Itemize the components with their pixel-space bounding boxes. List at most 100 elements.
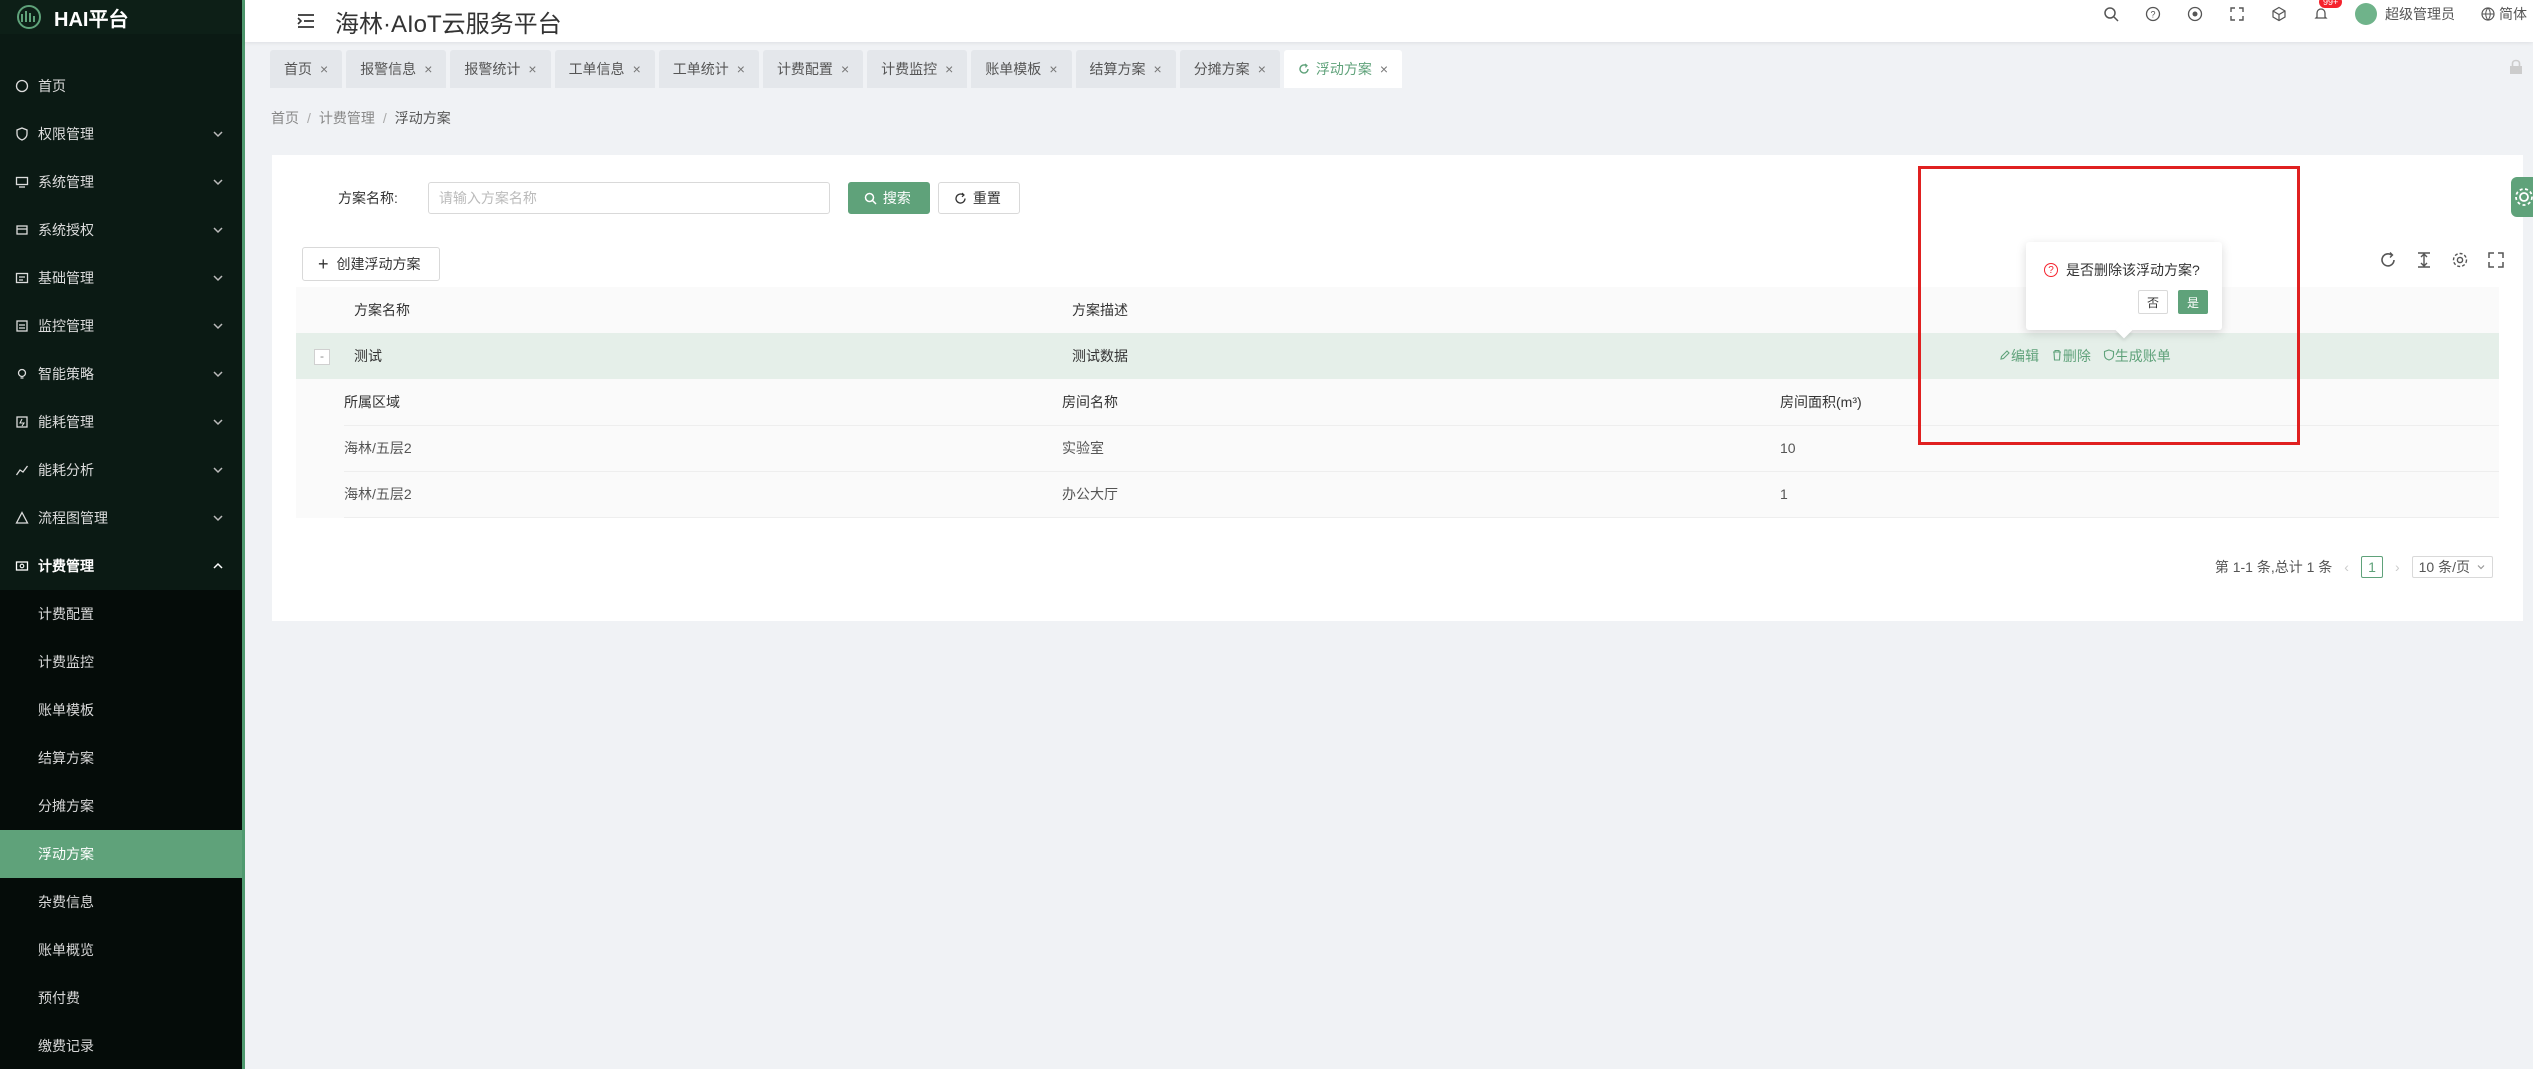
chevron-down-icon [213, 227, 223, 234]
menu-fold-icon[interactable] [295, 10, 317, 32]
sidebar-item-monitoring[interactable]: 监控管理 [0, 302, 242, 350]
svg-text:?: ? [2150, 10, 2155, 20]
sidebar-subitem-prepaid[interactable]: 预付费 [0, 974, 242, 1022]
sidebar-subitem-bill-template[interactable]: 账单模板 [0, 686, 242, 734]
bell-icon[interactable]: 99+ [2313, 0, 2343, 22]
sidebar: HAI平台 首页 权限管理 系统管理 系统授权 基础管理 监控管理 智能策略 能… [0, 0, 245, 1069]
search-button-label: 搜索 [882, 190, 911, 206]
close-icon[interactable]: × [633, 61, 641, 77]
tab-bill-template[interactable]: 账单模板 × [971, 50, 1072, 88]
sidebar-subitem-payment-records[interactable]: 缴费记录 [0, 1022, 242, 1069]
search-icon[interactable] [2103, 6, 2119, 22]
breadcrumb-parent[interactable]: 计费管理 [319, 110, 375, 126]
tab-billing-monitor[interactable]: 计费监控 × [867, 50, 968, 88]
tab-home[interactable]: 首页 × [270, 50, 343, 88]
create-button-label: 创建浮动方案 [336, 256, 421, 272]
sidebar-subitem-allocation[interactable]: 分摊方案 [0, 782, 242, 830]
tab-alarm-info[interactable]: 报警信息 × [346, 50, 447, 88]
density-icon[interactable] [2415, 251, 2433, 269]
collapse-row-button[interactable]: - [314, 349, 330, 365]
chevron-down-icon [213, 275, 223, 282]
sidebar-item-label: 能耗管理 [38, 414, 94, 430]
user-menu[interactable]: 超级管理员 [2355, 3, 2455, 25]
cube-icon[interactable] [2271, 6, 2287, 22]
sidebar-subitem-billing-config[interactable]: 计费配置 [0, 590, 242, 638]
language-label: 简体 [2499, 6, 2527, 22]
sidebar-subitem-floating[interactable]: 浮动方案 [0, 830, 242, 878]
sidebar-item-label: 权限管理 [38, 126, 94, 142]
sidebar-item-permissions[interactable]: 权限管理 [0, 110, 242, 158]
page-number[interactable]: 1 [2360, 556, 2383, 578]
sidebar-subitem-billing-monitor[interactable]: 计费监控 [0, 638, 242, 686]
search-button[interactable]: 搜索 [847, 182, 930, 214]
create-floating-scheme-button[interactable]: + 创建浮动方案 [302, 247, 440, 281]
bulb-icon [14, 366, 30, 382]
tab-work-order-info[interactable]: 工单信息 × [554, 50, 655, 88]
tab-billing-config[interactable]: 计费配置 × [762, 50, 864, 88]
reset-button-label: 重置 [972, 190, 1001, 206]
user-name: 超级管理员 [2385, 6, 2455, 22]
sidebar-subitem-misc-fees[interactable]: 杂费信息 [0, 878, 242, 926]
help-icon[interactable]: ? [2145, 6, 2161, 22]
floating-settings-button[interactable] [2511, 177, 2533, 217]
sidebar-subitem-bill-overview[interactable]: 账单概览 [0, 926, 242, 974]
sidebar-item-energy[interactable]: 能耗管理 [0, 398, 242, 446]
shield-icon [14, 126, 30, 142]
language-switch[interactable]: 简体 [2481, 4, 2527, 24]
next-page-icon[interactable]: › [2395, 559, 2400, 575]
sidebar-item-basic[interactable]: 基础管理 [0, 254, 242, 302]
close-icon[interactable]: × [841, 61, 849, 77]
sidebar-item-home[interactable]: 首页 [0, 62, 242, 110]
close-icon[interactable]: × [945, 61, 953, 77]
close-icon[interactable]: × [1049, 61, 1057, 77]
chevron-down-icon [213, 467, 223, 474]
tab-work-order-stats[interactable]: 工单统计 × [658, 50, 759, 88]
breadcrumb-home[interactable]: 首页 [271, 110, 299, 126]
fullscreen-icon[interactable] [2487, 251, 2505, 269]
chevron-down-icon [213, 323, 223, 330]
cell-room: 实验室 [1062, 425, 1780, 472]
tab-floating[interactable]: 浮动方案 × [1283, 50, 1403, 88]
close-icon[interactable]: × [320, 61, 328, 77]
logo[interactable]: HAI平台 [0, 0, 242, 34]
page-size-select[interactable]: 10 条/页 [2411, 556, 2493, 578]
column-header-name: 方案名称 [354, 287, 1072, 333]
tab-label: 报警信息 [360, 61, 417, 77]
close-icon[interactable]: × [1258, 61, 1266, 77]
tab-settlement[interactable]: 结算方案 × [1075, 50, 1176, 88]
github-icon[interactable] [2187, 6, 2203, 22]
scheme-name-input[interactable] [427, 182, 830, 214]
pagination-summary: 第 1-1 条,总计 1 条 [2214, 559, 2333, 575]
sidebar-item-label: 监控管理 [38, 318, 94, 334]
sidebar-subitem-settlement[interactable]: 结算方案 [0, 734, 242, 782]
sidebar-item-authorization[interactable]: 系统授权 [0, 206, 242, 254]
close-icon[interactable]: × [1380, 61, 1388, 77]
settings-icon[interactable] [2451, 251, 2469, 269]
logo-text: HAI平台 [54, 8, 129, 31]
sidebar-item-flowchart[interactable]: 流程图管理 [0, 494, 242, 542]
sidebar-item-system[interactable]: 系统管理 [0, 158, 242, 206]
fullscreen-icon[interactable] [2229, 6, 2245, 22]
grid-icon [14, 270, 30, 286]
prev-page-icon[interactable]: ‹ [2344, 559, 2349, 575]
sidebar-item-analysis[interactable]: 能耗分析 [0, 446, 242, 494]
cell-scheme-name: 测试 [354, 333, 1072, 379]
close-icon[interactable]: × [737, 61, 745, 77]
close-icon[interactable]: × [424, 61, 432, 77]
close-icon[interactable]: × [1154, 61, 1162, 77]
close-icon[interactable]: × [528, 61, 536, 77]
globe-icon [2481, 7, 2495, 21]
tab-label: 首页 [284, 61, 312, 77]
tab-label: 浮动方案 [1315, 61, 1372, 77]
tab-alarm-stats[interactable]: 报警统计 × [450, 50, 551, 88]
refresh-icon[interactable] [2379, 251, 2397, 269]
lock-icon[interactable] [2507, 58, 2525, 76]
sidebar-item-strategy[interactable]: 智能策略 [0, 350, 242, 398]
chevron-down-icon [213, 179, 223, 186]
sidebar-item-billing[interactable]: 计费管理 [0, 542, 242, 590]
flow-icon [14, 510, 30, 526]
reload-icon [955, 192, 966, 204]
tab-allocation[interactable]: 分摊方案 × [1179, 50, 1280, 88]
reset-button[interactable]: 重置 [937, 182, 1020, 214]
sidebar-menu: 首页 权限管理 系统管理 系统授权 基础管理 监控管理 智能策略 能耗管理 能耗… [0, 62, 242, 1069]
